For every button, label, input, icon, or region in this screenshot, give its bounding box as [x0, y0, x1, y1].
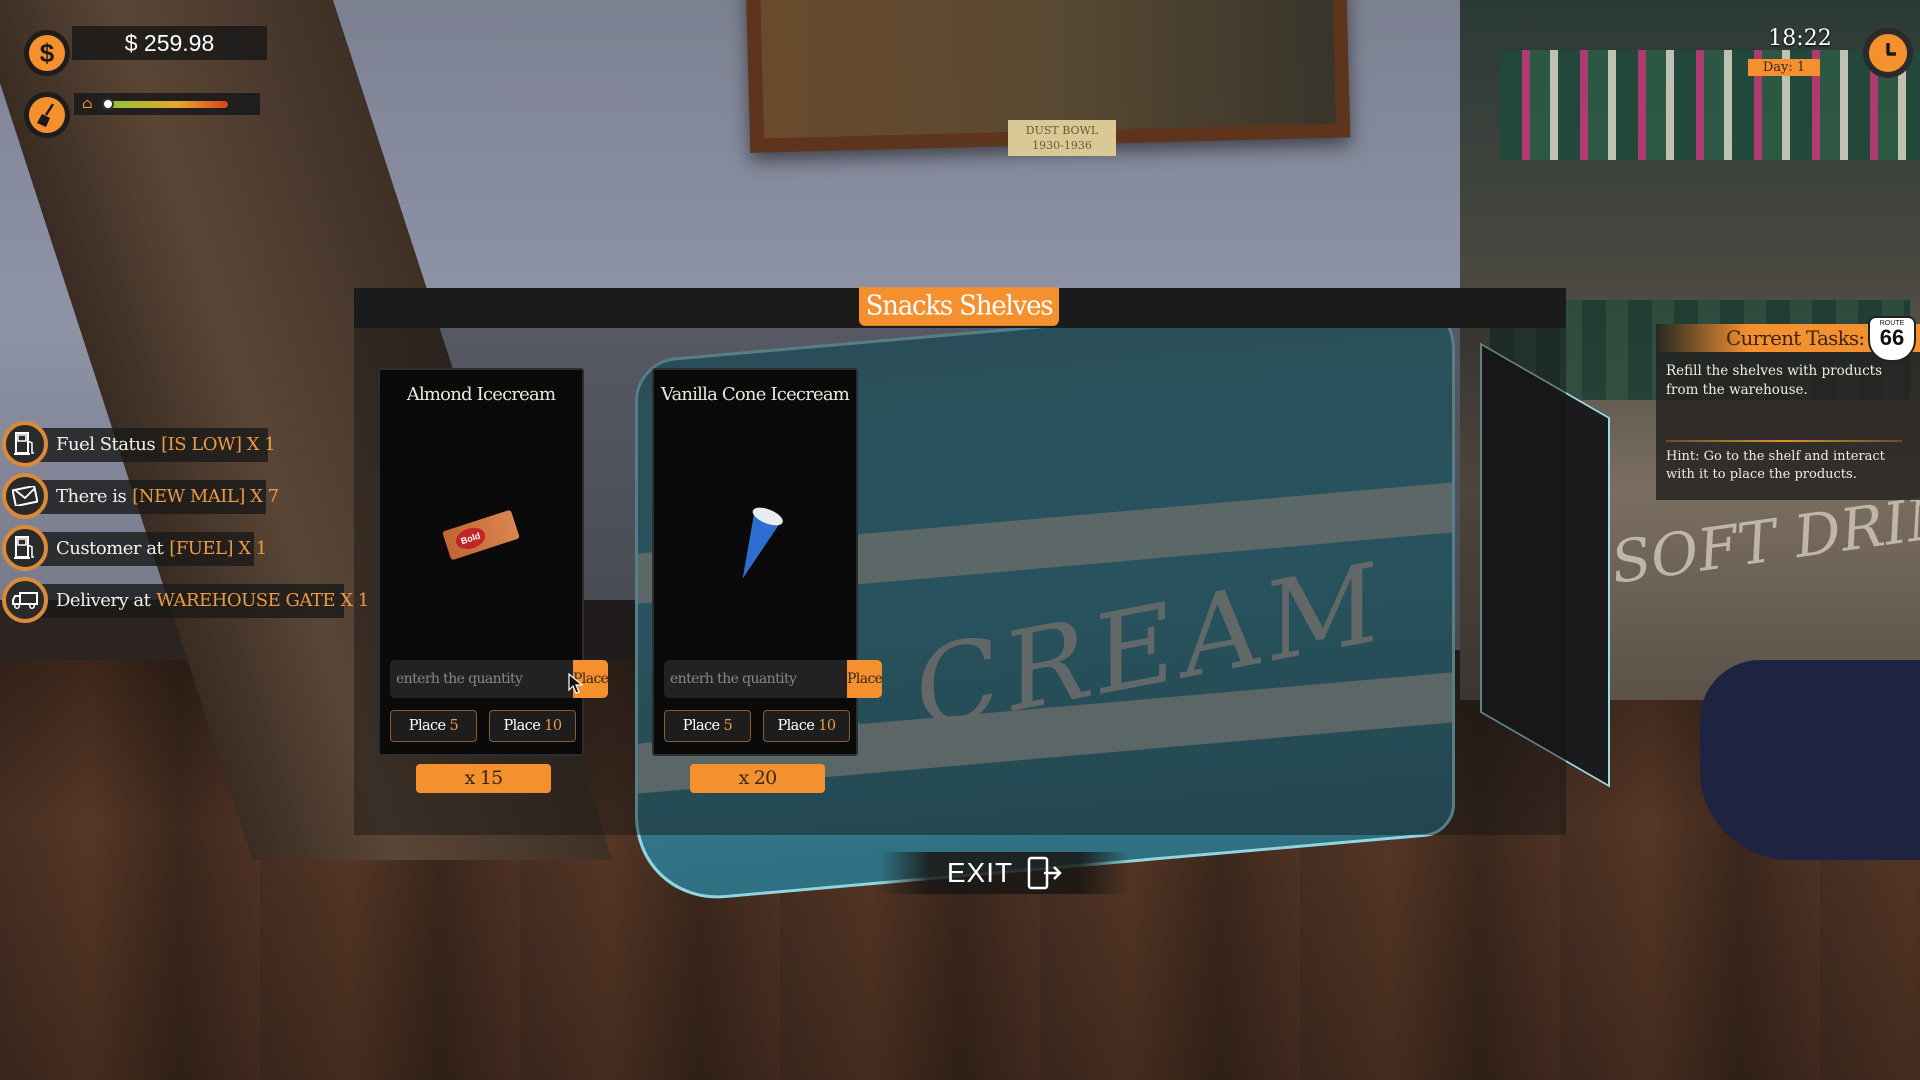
exit-icon: [1027, 856, 1062, 890]
product-name: Vanilla Cone Icecream: [660, 384, 850, 405]
task-hint: Hint: Go to the shelf and interact with …: [1666, 449, 1885, 482]
notification-list: Fuel Status [IS LOW] X 1 There is [NEW MAI…: [2, 418, 369, 626]
route-66-icon: ROUTE 66: [1868, 316, 1916, 362]
dollar-icon: $: [24, 30, 70, 76]
quick-place-row: Place 5 Place 10: [664, 710, 850, 742]
stock-count: x 15: [416, 764, 551, 793]
day-counter: Day: 1: [1748, 59, 1820, 76]
money-hud: $ 259.98 $: [24, 26, 267, 78]
place-10-button[interactable]: Place 10: [489, 710, 576, 742]
quantity-row: Place: [664, 660, 883, 698]
money-value: $ 259.98: [72, 26, 267, 60]
product-card-vanilla-cone-icecream: Vanilla Cone Icecream Place Place5 Place…: [652, 368, 883, 756]
brand-logo: Bold: [453, 524, 488, 553]
notification-highlight: WAREHOUSE GATE X 1: [156, 589, 369, 611]
tasks-title: Current Tasks:: [1726, 326, 1865, 350]
home-icon: ⌂: [82, 96, 93, 112]
tasks-divider: [1666, 440, 1902, 442]
place-10-button[interactable]: Place 10: [763, 710, 850, 742]
product-card-almond-icecream: Almond Icecream Bold Place Place5 Place1…: [378, 368, 609, 756]
current-tasks-panel: Current Tasks: ROUTE 66 Refill the shelv…: [1656, 316, 1920, 500]
quantity-row: Place: [390, 660, 609, 698]
clock-time: 18:22: [1768, 26, 1832, 51]
exit-button[interactable]: EXIT: [880, 852, 1130, 894]
notification-text: Delivery at: [56, 589, 151, 611]
notification-text: There is: [56, 485, 127, 507]
cleanliness-track: [101, 98, 228, 110]
notification-text: Customer at: [56, 537, 164, 559]
notification-highlight: [IS LOW] X 1: [161, 433, 276, 455]
notification-fuel-status: Fuel Status [IS LOW] X 1: [2, 418, 369, 470]
notification-text: Fuel Status: [56, 433, 156, 455]
fuel-pump-icon: [2, 421, 48, 467]
button-amount: 10: [544, 718, 562, 734]
place-5-button[interactable]: Place 5: [664, 710, 751, 742]
cleanliness-bar: ⌂: [74, 93, 260, 115]
task-description: Refill the shelves with products from th…: [1666, 363, 1883, 398]
notification-mail: There is [NEW MAIL] X 7: [2, 470, 369, 522]
clock-icon: [1863, 28, 1913, 78]
button-label: Place: [503, 718, 541, 734]
notification-highlight: [FUEL] X 1: [169, 537, 267, 559]
vanilla-cone-image: [729, 503, 786, 584]
notification-delivery: Delivery at WAREHOUSE GATE X 1: [2, 574, 369, 626]
notification-customer: Customer at [FUEL] X 1: [2, 522, 369, 574]
mouse-cursor-icon: [568, 673, 584, 694]
product-name: Almond Icecream: [406, 384, 556, 405]
cleanliness-hud: ⌂: [24, 90, 260, 142]
quantity-input[interactable]: [664, 660, 847, 698]
time-hud: 18:22 Day: 1: [1740, 26, 1920, 86]
button-label: Place: [682, 718, 720, 734]
button-label: Place: [408, 718, 446, 734]
stock-count: x 20: [690, 764, 825, 793]
fuel-pump-icon: [2, 525, 48, 571]
button-amount: 10: [818, 718, 836, 734]
route-number: 66: [1879, 325, 1905, 350]
quantity-input[interactable]: [390, 660, 573, 698]
place-5-button[interactable]: Place 5: [390, 710, 477, 742]
quick-place-row: Place 5 Place 10: [390, 710, 576, 742]
almond-icecream-image: Bold: [442, 509, 520, 561]
cleanliness-indicator: [101, 98, 114, 110]
place-button[interactable]: Place: [847, 660, 883, 698]
bag: [1700, 660, 1920, 860]
broom-icon: [24, 92, 70, 138]
panel-title: Snacks Shelves: [859, 287, 1059, 326]
exit-label: EXIT: [946, 857, 1014, 888]
truck-icon: [2, 577, 48, 623]
button-label: Place: [777, 718, 815, 734]
mail-icon: [2, 473, 48, 519]
picture-plaque: DUST BOWL 1930-1936: [1008, 120, 1116, 156]
notification-highlight: [NEW MAIL] X 7: [132, 485, 279, 507]
shelf-panel: Snacks Shelves Almond Icecream Bold Plac…: [354, 287, 1566, 835]
button-amount: 5: [449, 718, 459, 734]
button-amount: 5: [723, 718, 733, 734]
